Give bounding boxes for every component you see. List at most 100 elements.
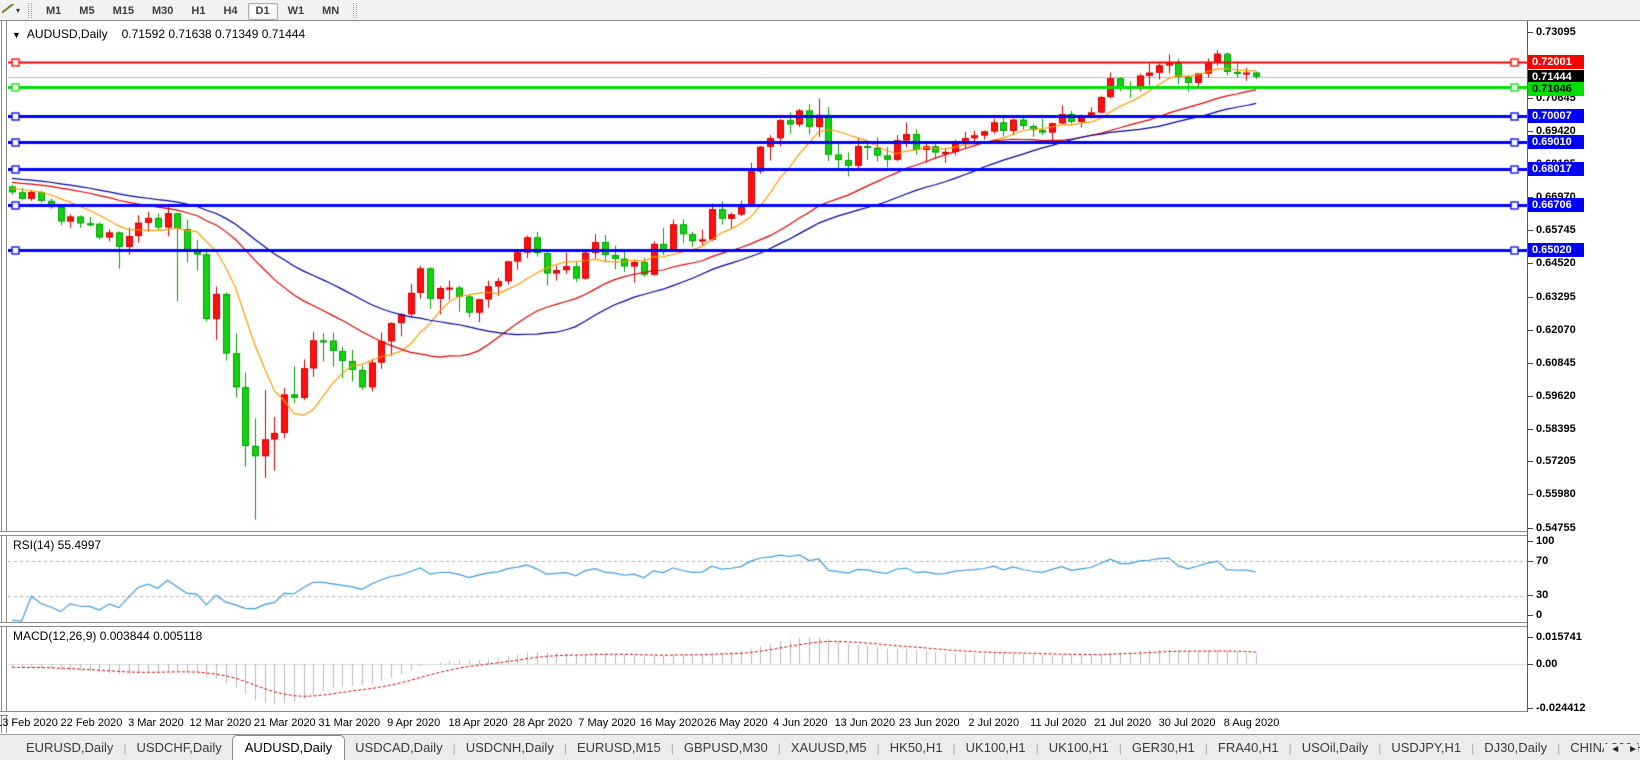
date-tick-label: 4 Jun 2020 — [773, 717, 827, 729]
price-tick-label: 0.55980 — [1536, 488, 1576, 501]
chart-tab-uk100-h1[interactable]: UK100,H1 — [1039, 736, 1119, 760]
chart-tab-usoil-daily[interactable]: USOil,Daily — [1292, 736, 1378, 760]
price-tick-label: 0.54755 — [1536, 522, 1576, 535]
chart-tab-uk100-h1[interactable]: UK100,H1 — [956, 736, 1036, 760]
date-tick-label: 7 May 2020 — [578, 717, 635, 729]
timeframe-buttons: M1M5M15M30H1H4D1W1MN — [37, 1, 348, 19]
date-tick-label: 3 Mar 2020 — [128, 717, 184, 729]
price-tick-label: 0.60845 — [1536, 357, 1576, 370]
price-tick-mark — [1528, 429, 1533, 430]
price-tick-label: 0.64520 — [1536, 257, 1576, 270]
price-tick-label: 0.59620 — [1536, 390, 1576, 403]
price-tick-mark — [1528, 98, 1533, 99]
chart-title: ▼ AUDUSD,Daily 0.71592 0.71638 0.71349 0.7… — [12, 27, 305, 41]
price-tick-mark — [1528, 363, 1533, 364]
macd-tick-mark — [1528, 708, 1533, 709]
price-tick-mark — [1528, 131, 1533, 132]
chart-tab-audusd-daily[interactable]: AUDUSD,Daily — [232, 735, 345, 760]
chart-tab-eurusd-daily[interactable]: EURUSD,Daily — [16, 736, 123, 760]
timeframe-button-m15[interactable]: M15 — [105, 3, 142, 20]
macd-tick-label: 0.00 — [1536, 658, 1557, 671]
tab-scroll-left-icon[interactable]: ◄ — [1610, 744, 1620, 755]
trendline-tool-icon[interactable] — [2, 4, 15, 17]
rsi-tick-label: 30 — [1536, 589, 1548, 602]
main-chart-canvas[interactable] — [8, 22, 1527, 531]
macd-tick-mark — [1528, 637, 1533, 638]
macd-tick-label: 0.015741 — [1536, 631, 1582, 644]
support-level-badge: 0.66706 — [1528, 198, 1584, 212]
support-level-badge: 0.65020 — [1528, 243, 1584, 257]
price-tick-mark — [1528, 494, 1533, 495]
rsi-tick-mark — [1528, 561, 1533, 562]
support-level-badge: 0.71046 — [1528, 82, 1584, 96]
price-tick-label: 0.62070 — [1536, 324, 1576, 337]
chart-tab-fra40-h1[interactable]: FRA40,H1 — [1208, 736, 1289, 760]
date-tick-label: 30 Jul 2020 — [1159, 717, 1216, 729]
price-axis-divider — [1527, 21, 1528, 712]
price-tick-label: 0.63295 — [1536, 291, 1576, 304]
price-tick-label: 0.57205 — [1536, 455, 1576, 468]
rsi-tick-mark — [1528, 595, 1533, 596]
price-tick-mark — [1528, 32, 1533, 33]
date-tick-label: 26 May 2020 — [704, 717, 768, 729]
price-tick-mark — [1528, 263, 1533, 264]
date-tick-label: 18 Apr 2020 — [448, 717, 507, 729]
timeframe-button-m30[interactable]: M30 — [144, 3, 181, 20]
date-tick-label: 11 Jul 2020 — [1030, 717, 1086, 729]
price-tick-mark — [1528, 396, 1533, 397]
chart-tab-dj30-daily[interactable]: DJ30,Daily — [1474, 736, 1557, 760]
rsi-tick-mark — [1528, 615, 1533, 616]
support-level-badge: 0.70007 — [1528, 109, 1584, 123]
timeframe-button-h1[interactable]: H1 — [183, 3, 213, 20]
toolbar-grip[interactable] — [28, 3, 32, 18]
dropdown-caret-icon[interactable]: ▾ — [16, 6, 20, 15]
chart-tab-usdcnh-daily[interactable]: USDCNH,Daily — [456, 736, 564, 760]
price-tick-mark — [1528, 297, 1533, 298]
timeframe-button-h4[interactable]: H4 — [215, 3, 245, 20]
chart-tab-hk50-h1[interactable]: HK50,H1 — [880, 736, 953, 760]
chart-tab-gbpusd-m30[interactable]: GBPUSD,M30 — [674, 736, 778, 760]
timeframe-button-m1[interactable]: M1 — [38, 3, 69, 20]
chart-ohlc-values: 0.71592 0.71638 0.71349 0.71444 — [122, 27, 306, 41]
date-tick-label: 13 Feb 2020 — [0, 717, 58, 729]
macd-tick-label: -0.024412 — [1536, 702, 1586, 715]
price-tick-mark — [1528, 330, 1533, 331]
macd-panel-canvas[interactable] — [8, 626, 1527, 711]
rsi-indicator-label: RSI(14) 55.4997 — [13, 538, 101, 552]
timeframe-button-w1[interactable]: W1 — [280, 3, 313, 20]
date-tick-label: 13 Jun 2020 — [835, 717, 896, 729]
chart-symbol-period: AUDUSD,Daily — [27, 27, 108, 41]
chart-tab-usdcad-daily[interactable]: USDCAD,Daily — [345, 736, 452, 760]
date-tick-label: 21 Jul 2020 — [1094, 717, 1151, 729]
support-level-badge: 0.69010 — [1528, 135, 1584, 149]
date-tick-label: 31 Mar 2020 — [318, 717, 380, 729]
rsi-tick-label: 100 — [1536, 535, 1554, 548]
date-tick-label: 12 Mar 2020 — [189, 717, 251, 729]
chart-tab-ger30-h1[interactable]: GER30,H1 — [1122, 736, 1205, 760]
time-axis[interactable]: 13 Feb 202022 Feb 20203 Mar 202012 Mar 2… — [8, 713, 1527, 733]
chart-tab-xauusd-m5[interactable]: XAUUSD,M5 — [781, 736, 877, 760]
toolbar-grip[interactable] — [353, 3, 357, 18]
date-tick-label: 28 Apr 2020 — [513, 717, 572, 729]
price-tick-label: 0.65745 — [1536, 224, 1576, 237]
resistance-level-badge: 0.72001 — [1528, 55, 1584, 69]
chart-tab-eurusd-m15[interactable]: EURUSD,M15 — [567, 736, 671, 760]
timeframe-button-m5[interactable]: M5 — [71, 3, 102, 20]
chart-tab-usdjpy-h1[interactable]: USDJPY,H1 — [1381, 736, 1471, 760]
tab-scroll-right-icon[interactable]: ► — [1628, 744, 1638, 755]
chart-tab-usdchf-daily[interactable]: USDCHF,Daily — [127, 736, 232, 760]
chart-tab-bar: EURUSD,Daily|USDCHF,DailyAUDUSD,DailyUSD… — [0, 734, 1640, 760]
price-tick-mark — [1528, 528, 1533, 529]
rsi-tick-mark — [1528, 541, 1533, 542]
timeframe-button-d1[interactable]: D1 — [248, 3, 278, 20]
price-tick-label: 0.58395 — [1536, 423, 1576, 436]
rsi-tick-label: 0 — [1536, 609, 1542, 622]
rsi-panel-canvas[interactable] — [8, 535, 1527, 622]
date-tick-label: 21 Mar 2020 — [254, 717, 316, 729]
timeframe-button-mn[interactable]: MN — [314, 3, 347, 20]
collapse-arrow-icon[interactable]: ▼ — [12, 30, 21, 40]
mt4-terminal: ▾ M1M5M15M30H1H4D1W1MN ▼ AUDUSD,Daily 0.71… — [0, 0, 1640, 760]
timeframe-toolbar: ▾ M1M5M15M30H1H4D1W1MN — [0, 0, 1640, 21]
date-tick-label: 8 Aug 2020 — [1224, 717, 1280, 729]
date-tick-label: 16 May 2020 — [640, 717, 704, 729]
